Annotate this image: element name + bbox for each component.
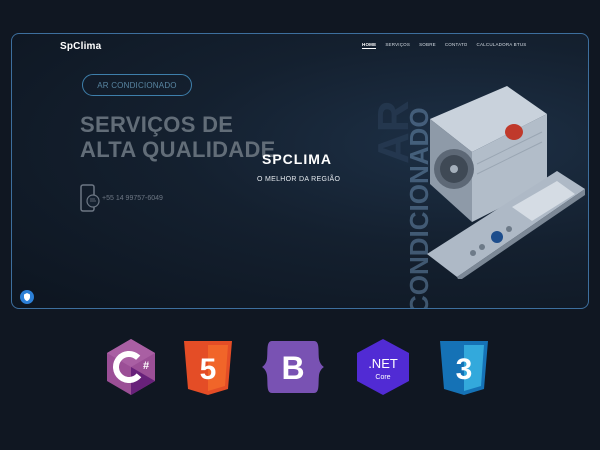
nav-servicos[interactable]: SERVIÇOS xyxy=(385,42,410,49)
nav-sobre[interactable]: SOBRE xyxy=(419,42,436,49)
nav-contato[interactable]: CONTATO xyxy=(445,42,468,49)
hero-headline: SERVIÇOS DE ALTA QUALIDADE xyxy=(80,112,276,162)
center-subtitle: O MELHOR DA REGIÃO xyxy=(257,176,341,183)
headline-line-1: SERVIÇOS DE xyxy=(80,112,234,137)
html5-icon: 5 xyxy=(184,341,232,395)
svg-text:Core: Core xyxy=(375,374,390,381)
svg-text:.NET: .NET xyxy=(368,356,398,371)
nav-calculadora[interactable]: CALCULADORA BTUS xyxy=(477,42,527,49)
center-title: SPCLIMA xyxy=(262,151,332,167)
csharp-icon: # xyxy=(107,339,155,395)
svg-text:5: 5 xyxy=(200,353,217,386)
headline-line-2: ALTA QUALIDADE xyxy=(80,137,276,162)
site-logo[interactable]: SpClima xyxy=(60,41,101,52)
phone-number[interactable]: +55 14 99757-6049 xyxy=(102,195,163,202)
nav-menu: HOME SERVIÇOS SOBRE CONTATO CALCULADORA … xyxy=(362,42,526,49)
bootstrap-icon: B xyxy=(262,341,324,393)
phone-icon xyxy=(80,184,100,212)
nav-home[interactable]: HOME xyxy=(362,42,377,49)
remote-control-image xyxy=(427,171,585,279)
dotnet-core-icon: .NET Core xyxy=(357,339,409,395)
css3-icon: 3 xyxy=(440,341,488,395)
navbar: SpClima HOME SERVIÇOS SOBRE CONTATO CALC… xyxy=(12,34,588,60)
svg-text:3: 3 xyxy=(456,353,473,386)
svg-text:B: B xyxy=(281,350,304,386)
svg-text:#: # xyxy=(143,360,149,372)
website-screenshot: SpClima HOME SERVIÇOS SOBRE CONTATO CALC… xyxy=(11,33,589,309)
category-pill[interactable]: AR CONDICIONADO xyxy=(82,74,192,96)
shield-badge-icon[interactable] xyxy=(20,290,34,304)
